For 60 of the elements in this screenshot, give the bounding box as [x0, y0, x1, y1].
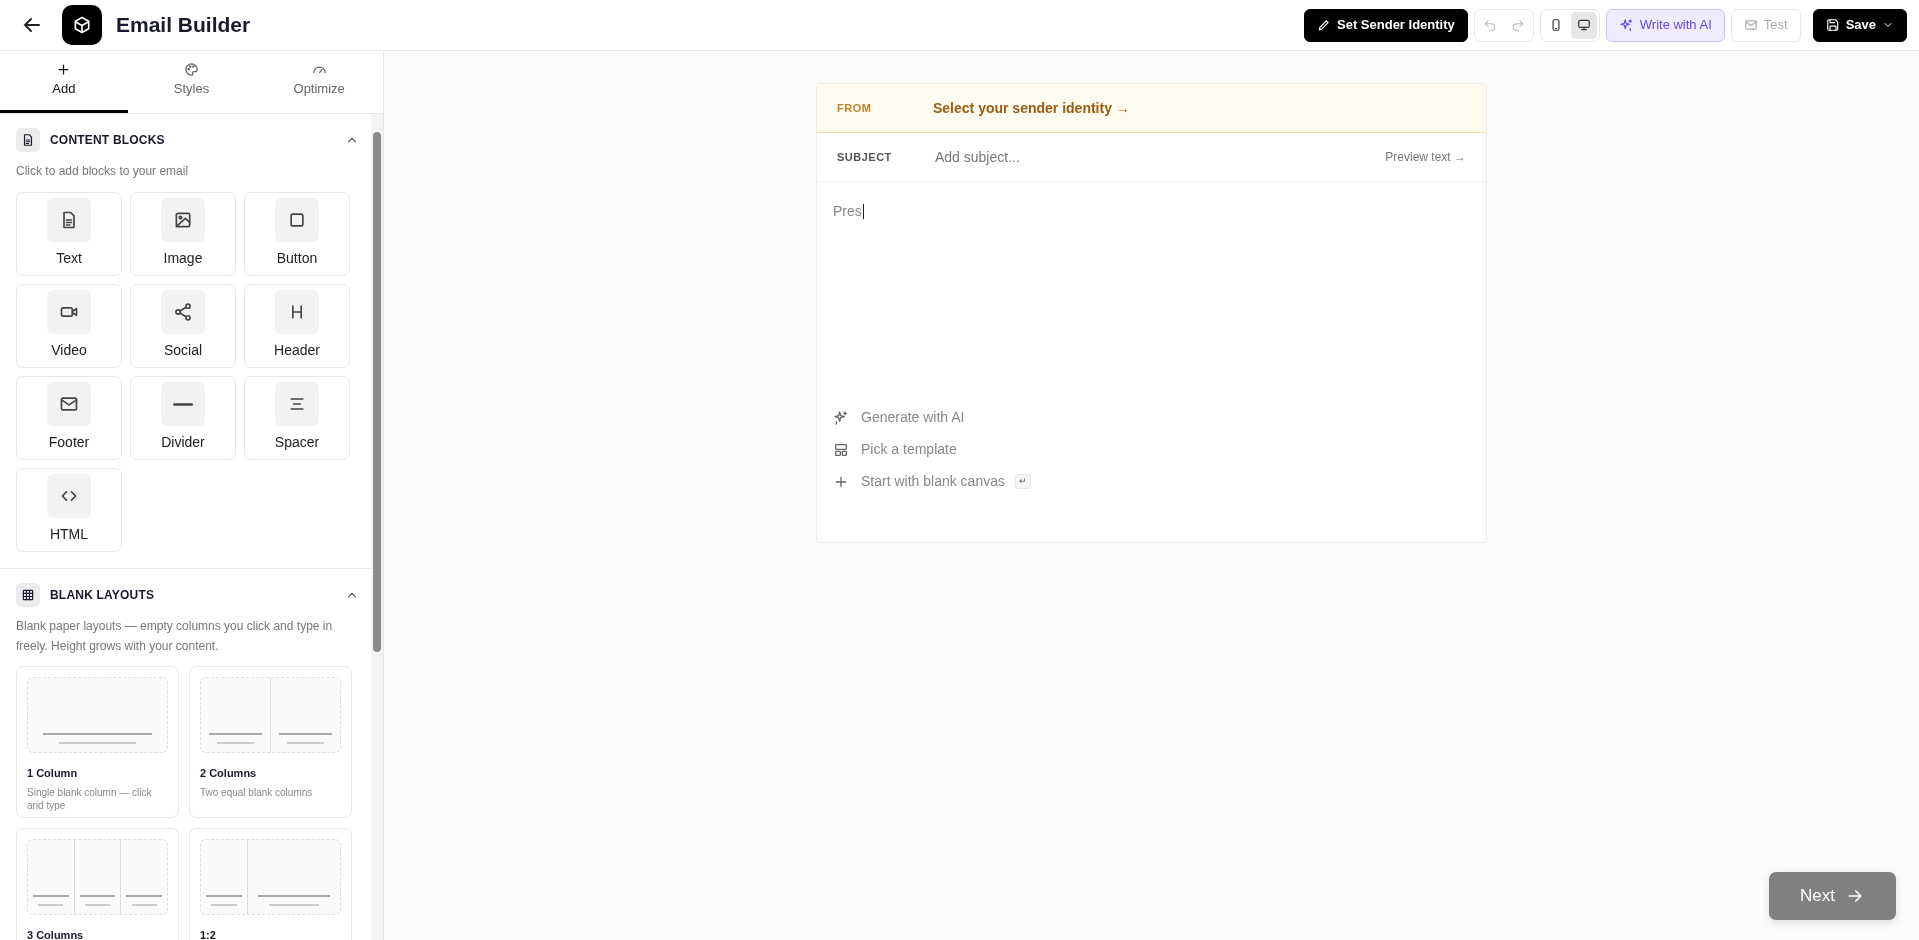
scrollbar[interactable]	[371, 114, 383, 940]
undo-icon	[1482, 17, 1497, 33]
image-icon	[173, 210, 193, 231]
sidebar-tab[interactable]: Styles	[127, 51, 256, 113]
app-logo	[62, 5, 102, 45]
section-title: BLANK LAYOUTS	[50, 587, 155, 602]
content-block-tile[interactable]: Image	[130, 191, 236, 276]
next-button[interactable]: Next	[1769, 872, 1896, 920]
content-block-tile[interactable]: Footer	[16, 375, 122, 460]
redo-icon	[1510, 17, 1525, 33]
horizontal-line-icon	[173, 401, 193, 407]
content-block-tile[interactable]: Social	[130, 283, 236, 368]
sidebar-tab[interactable]: Optimize	[255, 51, 383, 113]
plus-icon	[56, 62, 72, 78]
share-icon	[173, 302, 193, 323]
preview-text-link[interactable]: Preview text →	[1385, 148, 1466, 166]
desktop-view-button[interactable]	[1570, 11, 1597, 39]
palette-icon	[184, 62, 199, 78]
from-label: FROM	[837, 100, 873, 116]
content-block-tile[interactable]: Header	[244, 283, 350, 368]
body-text[interactable]: Pres	[833, 204, 864, 220]
layout-card[interactable]: 3 Columns	[16, 828, 179, 940]
monitor-icon	[1576, 17, 1591, 33]
sidebar-tab[interactable]: Add	[0, 51, 128, 113]
layout-title: 3 Columns	[27, 928, 85, 940]
save-button[interactable]: Save	[1812, 8, 1907, 42]
sender-identity-link[interactable]: Select your sender identity →	[933, 97, 1130, 119]
section-title: CONTENT BLOCKS	[50, 132, 165, 148]
layout-title: 1:2	[200, 928, 217, 940]
sparkles-icon	[1618, 17, 1634, 33]
shortcut-key: ↵	[1014, 473, 1031, 490]
sparkles-icon	[833, 409, 849, 426]
subject-label: SUBJECT	[837, 149, 893, 165]
write-with-ai-button[interactable]: Write with AI	[1605, 8, 1725, 42]
grid-icon	[21, 587, 35, 602]
set-sender-button[interactable]: Set Sender Identity	[1304, 8, 1468, 42]
template-icon	[833, 441, 849, 458]
layout-title: 1 Column	[27, 766, 79, 782]
content-block-tile[interactable]: Button	[244, 191, 350, 276]
layout-card[interactable]: 1:2	[189, 828, 352, 940]
layout-card[interactable]: 2 Columns Two equal blank columns	[189, 666, 352, 819]
envelope-icon	[1743, 18, 1758, 32]
start-option[interactable]: Start with blank canvas	[833, 471, 1005, 492]
content-block-tile[interactable]: Divider	[130, 375, 236, 460]
section-description: Click to add blocks to your email	[16, 163, 190, 180]
section-description: Blank paper layouts — empty columns you click and type in freely. Height grows with your content.	[16, 617, 334, 655]
subject-field[interactable]: Add subject...	[933, 145, 1386, 169]
page-title: Email Builder	[116, 12, 251, 38]
content-block-tile[interactable]: HTML	[16, 467, 122, 552]
layout-card[interactable]: 1 Column Single blank column — click and type	[16, 666, 179, 819]
document-icon	[21, 133, 35, 147]
content-block-tile[interactable]: Text	[16, 191, 122, 276]
layout-description: Single blank column — click and type	[27, 785, 153, 812]
pencil-icon	[1317, 18, 1331, 32]
start-option[interactable]: Generate with AI	[833, 407, 1470, 428]
content-block-tile[interactable]: Video	[16, 283, 122, 368]
start-option[interactable]: Pick a template	[833, 439, 1470, 460]
content-block-tile[interactable]: Spacer	[244, 375, 350, 460]
layout-title: 2 Columns	[200, 766, 258, 782]
layout-description: Two equal blank columns	[200, 785, 314, 799]
